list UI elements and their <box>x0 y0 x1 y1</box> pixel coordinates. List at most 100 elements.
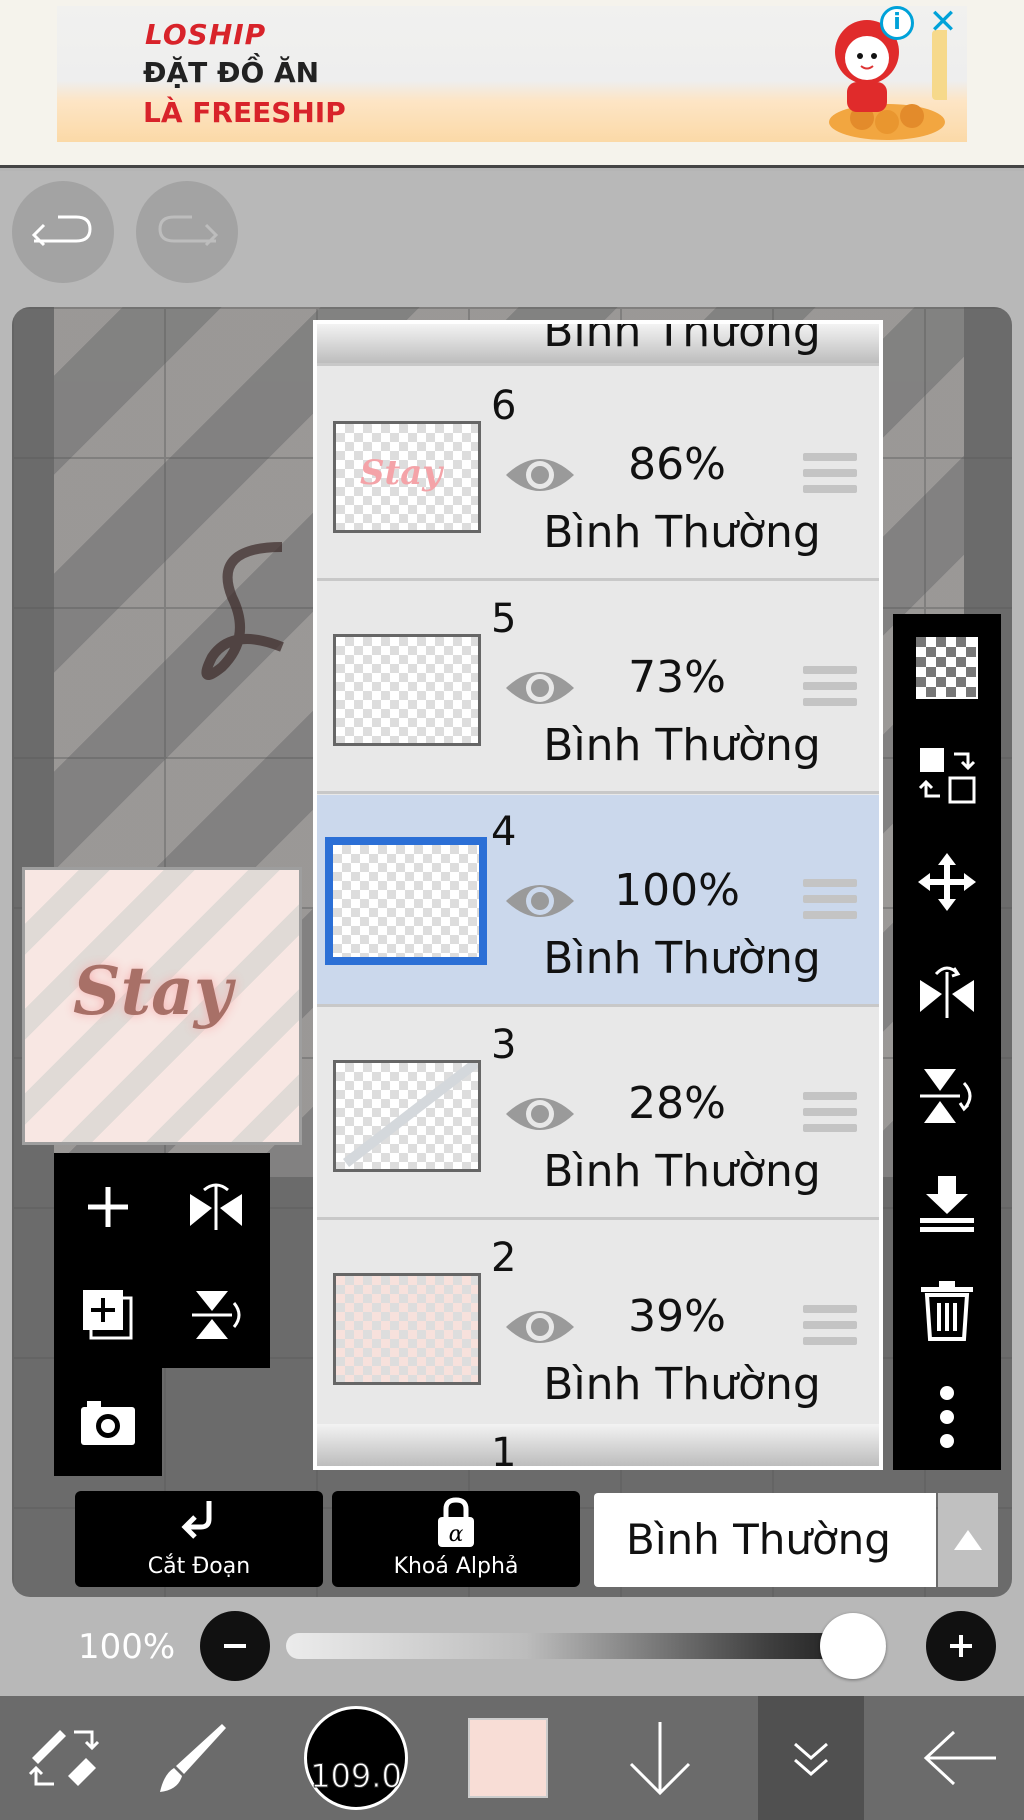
clipping-label: Cắt Đoạn <box>147 1554 251 1579</box>
move-layer-button[interactable] <box>893 828 1001 935</box>
layer-number: 1 <box>491 1430 517 1466</box>
layer-blend-mode: Bình Thường <box>543 933 821 984</box>
flip-horizontal-icon <box>190 1183 242 1230</box>
brush-size-value: 109.0 <box>310 1757 403 1796</box>
camera-button[interactable] <box>54 1368 162 1476</box>
download-button[interactable] <box>596 1696 724 1820</box>
layer-row-6[interactable]: 6 Stay 86% Bình Thường <box>317 369 879 581</box>
merge-down-button[interactable] <box>893 1149 1001 1256</box>
layer-number: 4 <box>491 809 517 855</box>
drag-handle-icon[interactable] <box>803 1305 857 1349</box>
add-layer-button[interactable] <box>54 1153 162 1261</box>
flip-layer-vertical-button[interactable] <box>162 1261 270 1369</box>
opacity-increase-button[interactable] <box>926 1611 996 1681</box>
swap-layer-button[interactable] <box>893 721 1001 828</box>
layer-row-3[interactable]: 3 28% Bình Thường <box>317 1008 879 1220</box>
more-icon <box>940 1385 954 1448</box>
ad-brand: LOSHIP <box>145 18 267 51</box>
flip-vertical-button[interactable] <box>893 1042 1001 1149</box>
brush-eraser-switch-icon <box>28 1730 100 1786</box>
layer-row-partial-bottom[interactable]: 1 <box>317 1424 879 1466</box>
svg-text:Stay: Stay <box>360 453 444 493</box>
opacity-decrease-button[interactable] <box>200 1611 270 1681</box>
info-icon[interactable]: i <box>880 6 914 40</box>
visibility-eye-icon[interactable] <box>502 662 578 714</box>
plus-icon <box>950 1635 972 1657</box>
layer-blend-mode: Bình Thường <box>543 324 821 357</box>
undo-icon <box>31 215 92 247</box>
flip-vertical-icon <box>920 1068 972 1123</box>
camera-icon <box>81 1401 135 1445</box>
layer-thumbnail[interactable] <box>325 837 487 965</box>
opacity-slider-thumb[interactable] <box>820 1613 886 1679</box>
layer-opacity: 86% <box>628 439 726 490</box>
opacity-slider[interactable] <box>286 1633 886 1659</box>
left-tool-palette-extra <box>54 1368 162 1476</box>
layers-panel-toggle[interactable] <box>758 1696 864 1820</box>
more-options-button[interactable] <box>893 1363 1001 1470</box>
layer-thumbnail-art <box>342 1059 480 1167</box>
layer-number: 3 <box>491 1022 517 1068</box>
arrow-down-icon <box>629 1722 691 1796</box>
layer-number: 2 <box>491 1235 517 1281</box>
color-picker-button[interactable] <box>444 1696 572 1820</box>
close-icon[interactable]: ✕ <box>925 4 961 40</box>
layer-opacity: 39% <box>628 1291 726 1342</box>
layer-list[interactable]: Bình Thường 6 Stay 86% Bình Thường 5 73%… <box>317 324 879 1466</box>
flip-horizontal-button[interactable] <box>893 935 1001 1042</box>
redo-button[interactable] <box>136 181 238 283</box>
delete-layer-button[interactable] <box>893 1256 1001 1363</box>
ad-headline: ĐẶT ĐỒ ĂN <box>143 56 320 89</box>
lock-icon: α <box>332 1497 580 1549</box>
layer-blend-mode: Bình Thường <box>543 507 821 558</box>
brush-tool-button[interactable] <box>128 1696 256 1820</box>
right-toolbar <box>893 614 1001 1470</box>
bottom-toolbar: 109.0 <box>0 1696 1024 1820</box>
drag-handle-icon[interactable] <box>803 666 857 710</box>
layer-opacity: 73% <box>628 652 726 703</box>
layer-thumbnail[interactable] <box>333 1273 481 1385</box>
svg-text:α: α <box>449 1522 464 1547</box>
duplicate-layer-button[interactable] <box>54 1261 162 1369</box>
blend-mode-dropdown-button[interactable] <box>938 1493 998 1587</box>
redo-icon <box>158 215 219 247</box>
transparency-button[interactable] <box>893 614 1001 721</box>
drag-handle-icon[interactable] <box>803 1092 857 1136</box>
layer-row-partial-top[interactable]: Bình Thường <box>317 324 879 366</box>
tool-switch-button[interactable] <box>0 1696 128 1820</box>
blend-mode-select[interactable]: Bình Thường <box>594 1493 936 1587</box>
trash-icon <box>921 1280 973 1341</box>
visibility-eye-icon[interactable] <box>502 875 578 927</box>
preview-title: Stay <box>73 952 233 1030</box>
brush-size-button[interactable]: 109.0 <box>292 1696 420 1820</box>
drag-handle-icon[interactable] <box>803 453 857 497</box>
left-tool-palette <box>54 1153 270 1368</box>
ad-banner[interactable]: LOSHIP ĐẶT ĐỒ ĂN LÀ FREESHIP i ✕ <box>0 0 1024 168</box>
minus-icon <box>224 1644 246 1648</box>
opacity-value: 100% <box>78 1627 176 1667</box>
brush-icon <box>160 1724 226 1792</box>
layer-thumbnail-art: Stay <box>360 453 444 493</box>
layer-opacity: 100% <box>614 865 740 916</box>
layer-thumbnail[interactable] <box>333 1059 481 1172</box>
layer-row-5[interactable]: 5 73% Bình Thường <box>317 582 879 794</box>
visibility-eye-icon[interactable] <box>502 1088 578 1140</box>
clip-arrow-icon <box>75 1497 323 1549</box>
layer-thumbnail[interactable] <box>333 634 481 746</box>
visibility-eye-icon[interactable] <box>502 1301 578 1353</box>
layer-row-4[interactable]: 4 100% Bình Thường <box>317 795 879 1007</box>
ad-image[interactable]: LOSHIP ĐẶT ĐỒ ĂN LÀ FREESHIP <box>57 6 967 142</box>
layer-blend-mode: Bình Thường <box>543 720 821 771</box>
drag-handle-icon[interactable] <box>803 879 857 923</box>
layer-panel[interactable]: Bình Thường 6 Stay 86% Bình Thường 5 73%… <box>313 320 883 1470</box>
back-button[interactable] <box>896 1696 1024 1820</box>
layer-thumbnail[interactable]: Stay <box>333 421 481 533</box>
canvas-preview-thumbnail[interactable]: Stay <box>22 867 302 1145</box>
undo-button[interactable] <box>12 181 114 283</box>
flip-layer-horizontal-button[interactable] <box>162 1153 270 1261</box>
clipping-button[interactable]: Cắt Đoạn <box>75 1491 323 1587</box>
layer-row-2[interactable]: 2 39% Bình Thường <box>317 1221 879 1433</box>
alpha-lock-button[interactable]: α Khoá Alphả <box>332 1491 580 1587</box>
layer-number: 6 <box>491 383 517 429</box>
visibility-eye-icon[interactable] <box>502 449 578 501</box>
